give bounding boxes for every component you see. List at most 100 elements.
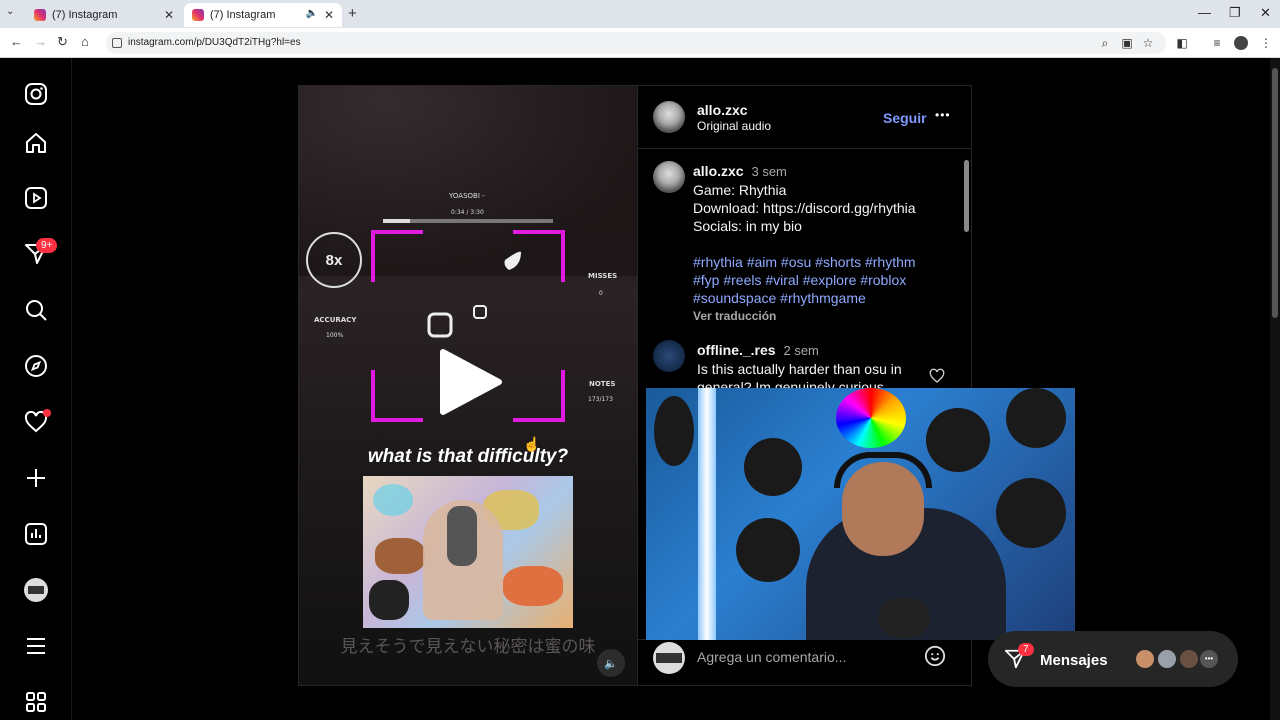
bookmark-star-icon[interactable]: ☆: [1141, 36, 1155, 50]
close-window-icon[interactable]: ✕: [1260, 5, 1271, 21]
microphone: [878, 598, 930, 638]
browser-tab-active[interactable]: (7) Instagram 🔈 ✕: [184, 3, 342, 27]
comment-username[interactable]: offline._.res: [697, 342, 776, 358]
speaker-icon[interactable]: 🔈: [306, 8, 318, 19]
profile-icon[interactable]: [1234, 36, 1248, 50]
address-bar-row: ← → ↻ ⌂ instagram.com/p/DU3QdT2iTHg?hl=e…: [0, 28, 1280, 58]
streamer-webcam-overlay: [646, 388, 1075, 640]
apps-grid-icon[interactable]: [22, 688, 50, 716]
hashtag-line[interactable]: #soundspace #rhythmgame: [693, 289, 953, 307]
create-plus-icon[interactable]: [22, 464, 50, 492]
profile-avatar-icon[interactable]: [22, 576, 50, 604]
rainbow-record: [836, 388, 906, 448]
page-scrollbar-thumb[interactable]: [1272, 68, 1278, 318]
comment-time: 2 sem: [783, 343, 819, 358]
song-time: 0:34 / 3:30: [451, 209, 484, 216]
url-text: instagram.com/p/DU3QdT2iTHg?hl=es: [128, 37, 301, 48]
vinyl-record: [1006, 388, 1066, 448]
more-contacts-icon: •••: [1198, 648, 1220, 670]
browser-tab-bar: ⌄ (7) Instagram ✕ (7) Instagram 🔈 ✕ + — …: [0, 0, 1280, 28]
current-user-avatar: [653, 642, 685, 674]
tab-title: (7) Instagram: [52, 9, 118, 21]
back-icon[interactable]: ←: [10, 34, 23, 49]
video-caption-text: what is that difficulty?: [367, 446, 569, 467]
dashboard-icon[interactable]: [22, 520, 50, 548]
messages-button[interactable]: 7 Mensajes •••: [988, 631, 1238, 687]
misses-label: MISSES: [588, 272, 618, 280]
author-username[interactable]: allo.zxc: [697, 102, 748, 118]
explore-compass-icon[interactable]: [22, 352, 50, 380]
inset-eevee-picture: [363, 476, 573, 628]
close-tab-icon[interactable]: ✕: [164, 8, 174, 22]
see-translation-link[interactable]: Ver traducción: [693, 307, 953, 325]
caption-time: 3 sem: [751, 164, 787, 179]
browser-menu-icon[interactable]: ⋮: [1259, 36, 1273, 50]
comments-scrollbar[interactable]: [961, 150, 971, 390]
search-icon[interactable]: [22, 296, 50, 324]
tab-search-icon[interactable]: ⌄: [6, 6, 14, 17]
accuracy-value: 100%: [326, 332, 344, 339]
speaker-icon: 🔈: [604, 657, 618, 670]
page-scrollbar[interactable]: [1270, 58, 1280, 720]
headphones: [834, 452, 932, 488]
caption-line: Socials: in my bio: [693, 218, 802, 234]
caption-username[interactable]: allo.zxc: [693, 163, 744, 179]
new-tab-icon[interactable]: +: [348, 5, 357, 22]
caption-line: Download: https://discord.gg/rhythia: [693, 200, 916, 216]
messages-label: Mensajes: [1040, 652, 1108, 669]
divider: [638, 148, 972, 149]
reels-icon[interactable]: [22, 184, 50, 212]
instagram-logo-icon[interactable]: [22, 80, 50, 108]
like-comment-heart-icon[interactable]: [929, 368, 945, 389]
messages-badge: 7: [1018, 643, 1034, 656]
misses-value: 0: [599, 290, 603, 297]
song-progress-track: [383, 219, 553, 223]
notes-value: 173/173: [588, 396, 613, 403]
reload-icon[interactable]: ↻: [57, 34, 68, 50]
commenter-avatar[interactable]: [653, 340, 685, 372]
close-tab-icon[interactable]: ✕: [324, 8, 334, 22]
notifications-badge: 9+: [36, 238, 58, 253]
song-title: YOASOBI -: [449, 192, 485, 200]
accuracy-label: ACCURACY: [314, 316, 357, 324]
home-icon[interactable]: [22, 129, 50, 157]
follow-button[interactable]: Seguir: [883, 110, 927, 126]
browser-tab[interactable]: (7) Instagram ✕: [26, 3, 182, 27]
comment-input[interactable]: Agrega un comentario...: [697, 649, 846, 665]
reel-video[interactable]: YOASOBI - 0:34 / 3:30 8x MISSES 0 ACCURA…: [299, 86, 637, 685]
caption-block: allo.zxc 3 sem Game: Rhythia Download: h…: [693, 162, 953, 325]
site-info-icon[interactable]: [112, 38, 122, 48]
install-icon[interactable]: ▣: [1120, 36, 1134, 50]
hashtag-line[interactable]: #fyp #reels #viral #explore #roblox: [693, 271, 953, 289]
contact-avatar: [1178, 648, 1200, 670]
tab-title: (7) Instagram: [210, 9, 276, 21]
url-field[interactable]: instagram.com/p/DU3QdT2iTHg?hl=es: [106, 32, 1166, 54]
hashtag-line[interactable]: #rhythia #aim #osu #shorts #rhythm: [693, 253, 953, 271]
minimize-icon[interactable]: —: [1198, 5, 1211, 20]
comment-text: Is this actually harder than osu in: [697, 361, 902, 377]
scrollbar-thumb[interactable]: [964, 160, 969, 232]
contact-avatar: [1134, 648, 1156, 670]
extensions-icon[interactable]: ◧: [1175, 36, 1189, 50]
more-menu-icon[interactable]: [22, 632, 50, 660]
vinyl-record: [926, 408, 990, 472]
more-options-icon[interactable]: •••: [935, 108, 951, 122]
instagram-favicon-icon: [34, 9, 46, 21]
notes-label: NOTES: [589, 380, 616, 388]
play-icon[interactable]: [437, 348, 503, 416]
vinyl-record: [654, 396, 694, 466]
lyrics-subtitle: 見えそうで見えない秘密は蜜の味: [340, 637, 596, 656]
caption-author-avatar[interactable]: [653, 161, 685, 193]
contact-avatar: [1156, 648, 1178, 670]
media-control-icon[interactable]: ≡: [1210, 36, 1224, 50]
instagram-favicon-icon: [192, 9, 204, 21]
combo-counter: 8x: [306, 232, 362, 288]
restore-icon[interactable]: ❐: [1229, 5, 1241, 21]
author-avatar[interactable]: [653, 101, 685, 133]
audio-label[interactable]: Original audio: [697, 119, 771, 133]
forward-icon[interactable]: →: [34, 34, 47, 49]
mute-button[interactable]: 🔈: [597, 649, 625, 677]
zoom-icon[interactable]: ⌕: [1098, 36, 1112, 50]
emoji-icon[interactable]: [924, 645, 946, 672]
home-icon[interactable]: ⌂: [81, 34, 89, 49]
